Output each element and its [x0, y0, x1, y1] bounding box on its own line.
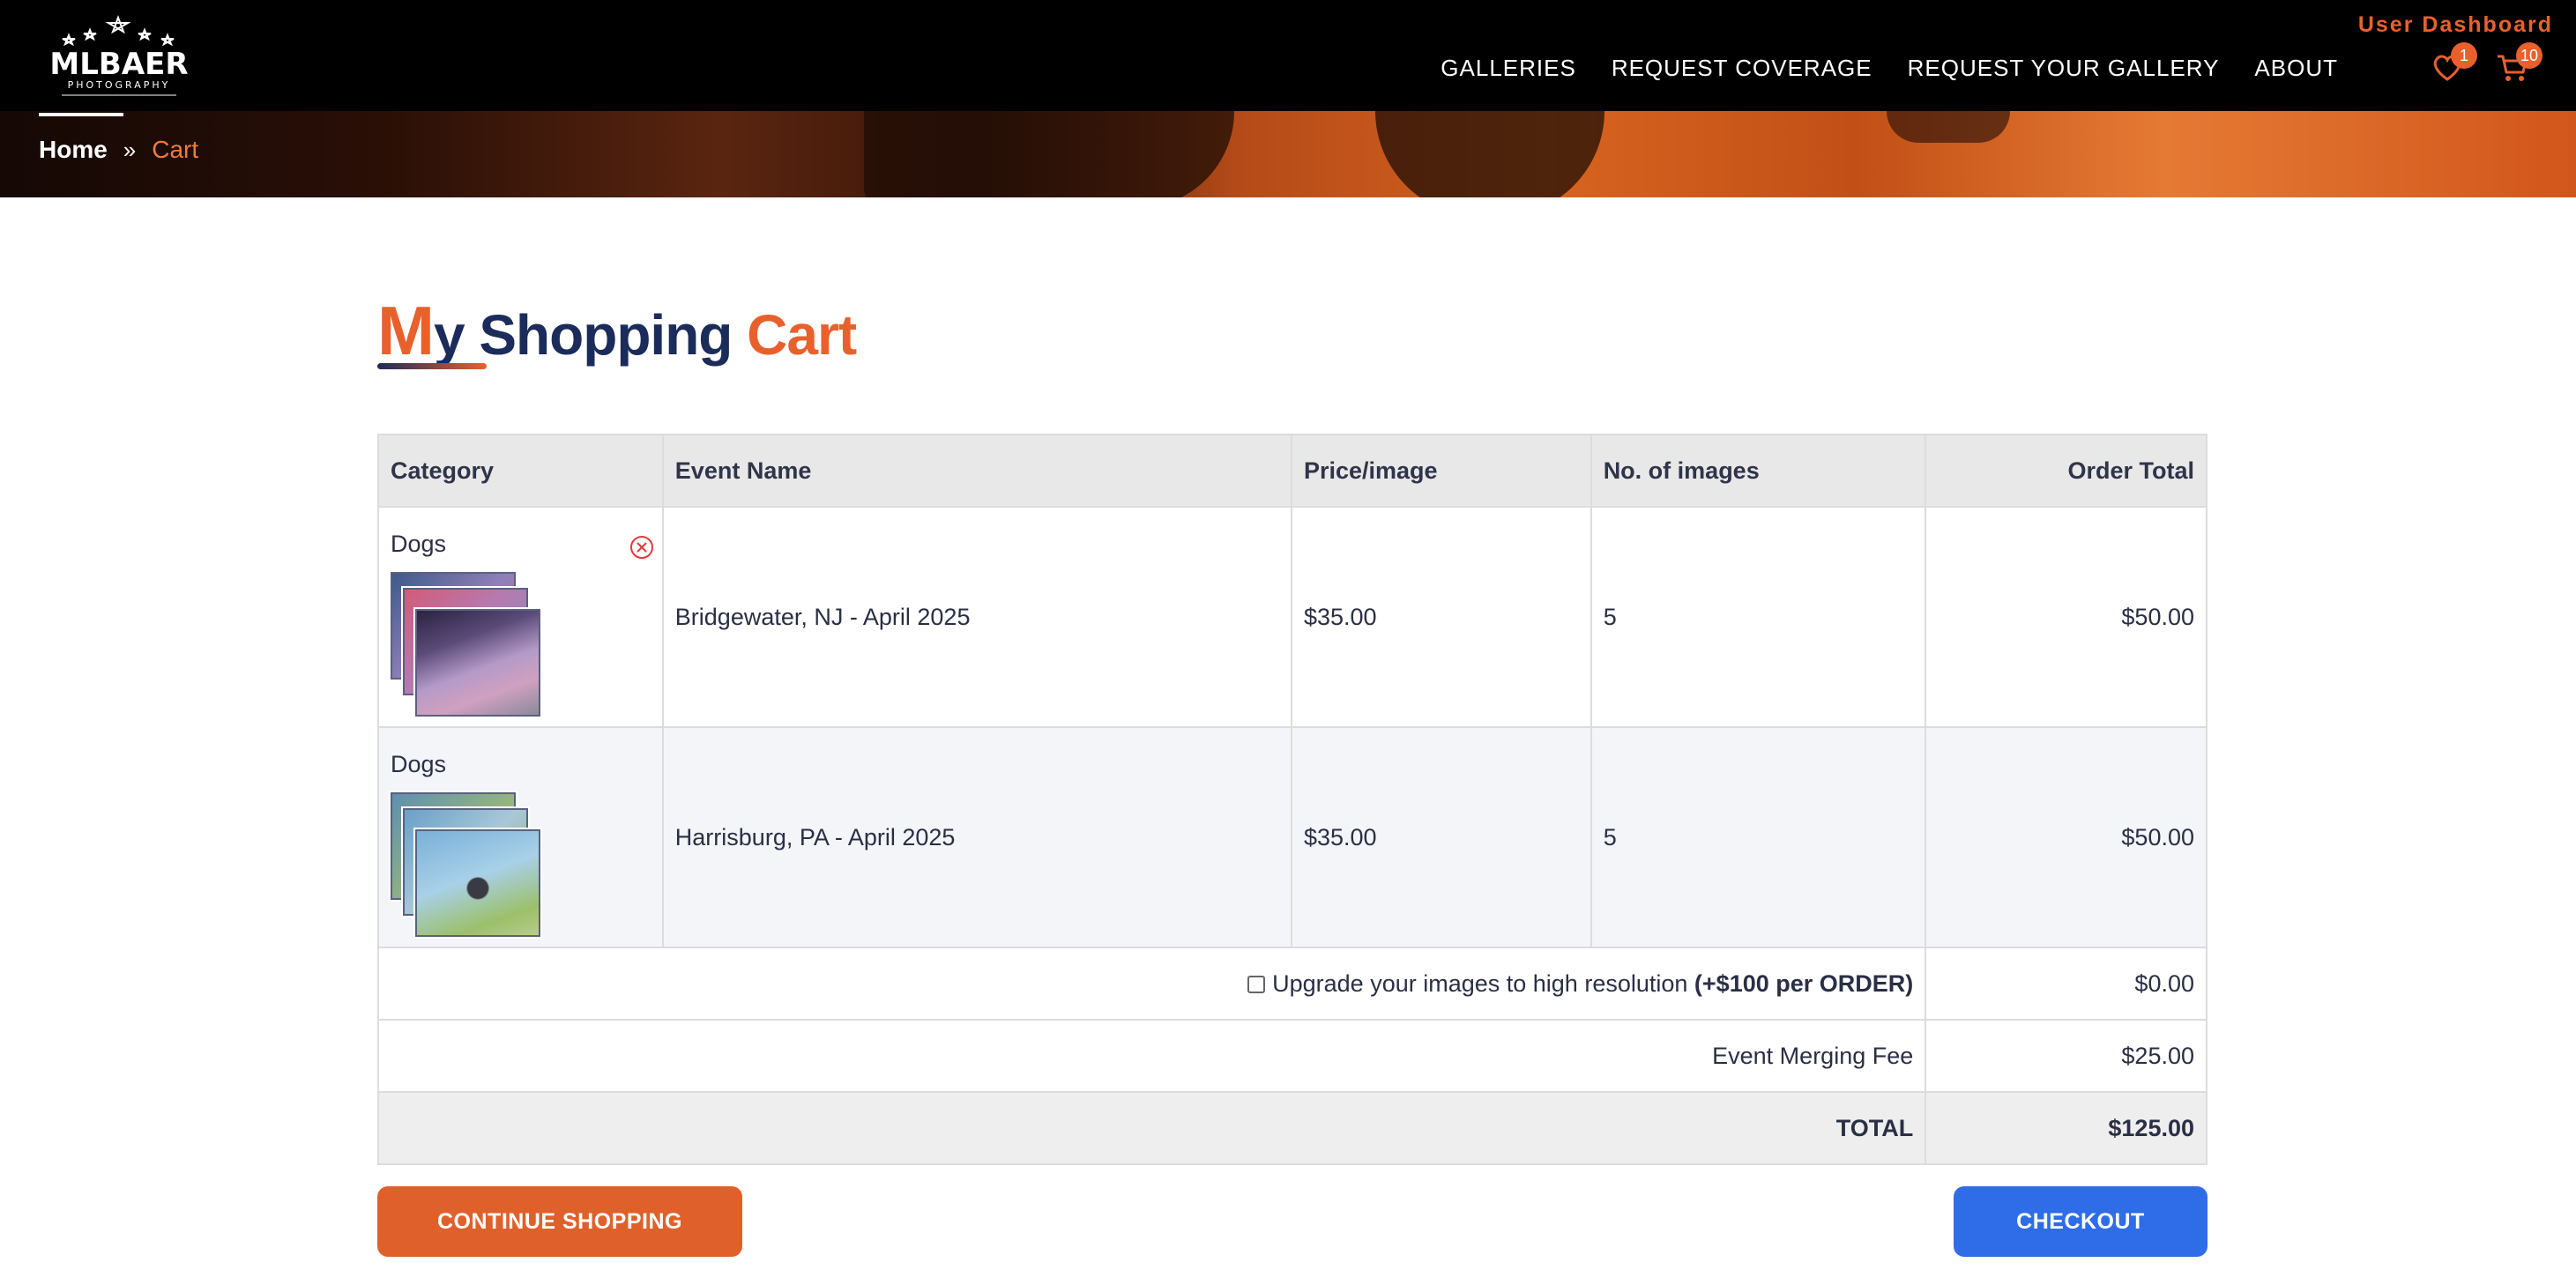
row-total-cell: $50.00 — [1925, 726, 2207, 948]
title-letter-m: M — [377, 292, 435, 369]
cart-table: Category Event Name Price/image No. of i… — [376, 434, 2207, 1165]
wishlist-count-badge: 1 — [2451, 42, 2477, 69]
category-cell: Dogs — [377, 726, 664, 948]
event-thumbnail-stack[interactable] — [391, 572, 540, 720]
title-underline — [377, 363, 487, 369]
checkout-button[interactable]: CHECKOUT — [1954, 1186, 2207, 1257]
price-cell: $35.00 — [1290, 726, 1592, 948]
nav-about[interactable]: ABOUT — [2254, 55, 2338, 82]
upgrade-row: Upgrade your images to high resolution (… — [376, 947, 2207, 1021]
total-label: TOTAL — [376, 1091, 1927, 1165]
price-cell: $35.00 — [1290, 506, 1592, 728]
header-count: No. of images — [1590, 434, 1927, 508]
hero-banner: Home » Cart — [0, 111, 2576, 197]
table-row: Dogs Bridgewater, NJ - April 2025 $35.00… — [377, 506, 2207, 728]
event-name-cell: Bridgewater, NJ - April 2025 — [661, 506, 1292, 728]
hero-shape — [1887, 111, 2010, 143]
header-category: Category — [377, 434, 664, 508]
header-event-name: Event Name — [661, 434, 1292, 508]
wishlist-button[interactable]: 1 — [2430, 42, 2477, 85]
event-name-cell: Harrisburg, PA - April 2025 — [661, 726, 1292, 948]
nav-request-coverage[interactable]: REQUEST COVERAGE — [1612, 55, 1872, 82]
count-cell: 5 — [1590, 726, 1927, 948]
event-thumbnail-stack[interactable] — [391, 792, 540, 940]
remove-circle-icon — [629, 536, 653, 559]
upgrade-value: $0.00 — [1925, 947, 2207, 1021]
hero-shape — [1375, 111, 1604, 197]
count-cell: 5 — [1590, 506, 1927, 728]
nav-galleries[interactable]: GALLERIES — [1441, 55, 1576, 82]
title-letter-y: y — [433, 303, 465, 367]
merge-fee-value: $25.00 — [1925, 1019, 2207, 1093]
table-row: Dogs Harrisburg, PA - April 2025 $35.00 … — [377, 726, 2207, 948]
continue-shopping-button[interactable]: CONTINUE SHOPPING — [377, 1186, 742, 1257]
site-header: MLBAER PHOTOGRAPHY User Dashboard GALLER… — [0, 0, 2576, 111]
double-chevron-right-icon: » — [123, 136, 137, 163]
remove-item-button[interactable] — [629, 534, 655, 561]
merge-fee-label: Event Merging Fee — [376, 1019, 1927, 1093]
total-value: $125.00 — [1925, 1091, 2207, 1165]
user-dashboard-link[interactable]: User Dashboard — [2358, 12, 2553, 38]
breadcrumb: Home » Cart — [39, 136, 198, 164]
total-row: TOTAL $125.00 — [376, 1091, 2207, 1165]
header-price: Price/image — [1290, 434, 1592, 508]
logo-graphic: MLBAER PHOTOGRAPHY — [49, 15, 189, 96]
page-title: My Shopping Cart — [377, 291, 857, 371]
breadcrumb-home[interactable]: Home — [39, 136, 108, 164]
hero-shape — [864, 111, 1234, 197]
upgrade-checkbox[interactable] — [1247, 975, 1266, 993]
category-label: Dogs — [391, 531, 447, 557]
upgrade-note: (+$100 per ORDER) — [1694, 969, 1914, 997]
thumbnail-image — [415, 829, 540, 937]
site-logo[interactable]: MLBAER PHOTOGRAPHY — [35, 12, 203, 100]
merge-fee-row: Event Merging Fee $25.00 — [376, 1019, 2207, 1093]
row-total-cell: $50.00 — [1925, 506, 2207, 728]
category-label: Dogs — [391, 751, 447, 777]
cart-button[interactable]: 10 — [2495, 42, 2542, 85]
logo-text: MLBAER — [49, 47, 188, 82]
upgrade-label-cell: Upgrade your images to high resolution (… — [376, 947, 1927, 1021]
logo-subtext: PHOTOGRAPHY — [68, 79, 171, 91]
table-header-row: Category Event Name Price/image No. of i… — [377, 434, 2207, 508]
category-cell: Dogs — [377, 506, 664, 728]
upgrade-label: Upgrade your images to high resolution — [1272, 969, 1688, 997]
header-order-total: Order Total — [1925, 434, 2207, 508]
title-cart: Cart — [747, 303, 857, 367]
cart-count-badge: 10 — [2516, 42, 2542, 69]
title-shopping: Shopping — [464, 303, 748, 367]
nav-request-your-gallery[interactable]: REQUEST YOUR GALLERY — [1908, 55, 2220, 82]
thumbnail-image — [415, 609, 540, 717]
breadcrumb-current: Cart — [152, 136, 199, 163]
breadcrumb-underline — [39, 113, 123, 116]
main-nav: GALLERIES REQUEST COVERAGE REQUEST YOUR … — [1441, 55, 2338, 82]
